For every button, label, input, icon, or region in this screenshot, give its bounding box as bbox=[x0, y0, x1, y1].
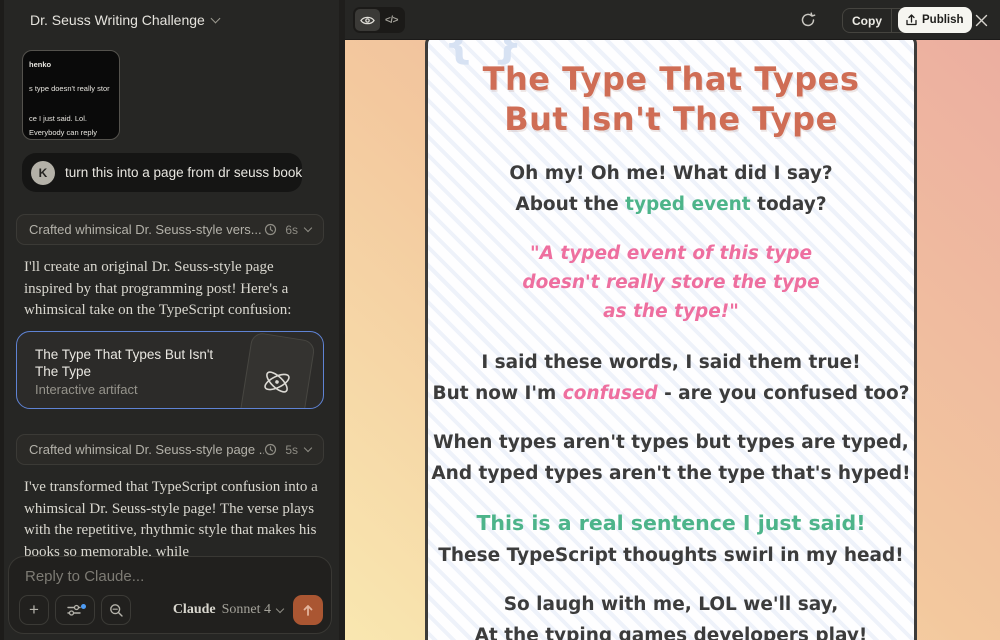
atom-icon bbox=[264, 371, 290, 393]
poem-block-stanza: When types aren't types but types are ty… bbox=[428, 428, 914, 489]
plus-icon: + bbox=[29, 600, 39, 619]
poem-line: At the typing games developers play! bbox=[474, 624, 868, 640]
user-message: K turn this into a page from dr seuss bo… bbox=[22, 153, 302, 192]
model-selector[interactable]: Claude Sonnet 4 bbox=[172, 595, 285, 625]
artifact-subtitle: Interactive artifact bbox=[35, 382, 138, 397]
arrow-up-icon bbox=[303, 605, 313, 616]
thumbnail-text: ce I just said. Lol. bbox=[29, 114, 87, 123]
research-button[interactable] bbox=[101, 595, 131, 625]
eye-icon bbox=[360, 16, 375, 24]
thought-duration: 6s bbox=[285, 222, 298, 237]
chevron-down-icon bbox=[210, 13, 221, 24]
brace-decoration: { } bbox=[444, 40, 525, 68]
add-attachment-button[interactable]: + bbox=[19, 595, 49, 625]
upload-icon bbox=[906, 14, 917, 26]
poem: The Type That Types But Isn't The Type Oh … bbox=[428, 59, 914, 640]
copy-button[interactable]: Copy bbox=[843, 9, 891, 32]
thumbnail-text: Everybody can reply bbox=[29, 128, 97, 137]
poem-block-title: The Type That Types But Isn't The Type bbox=[428, 59, 914, 139]
poem-line: These TypeScript thoughts swirl in my he… bbox=[438, 544, 904, 566]
assistant-paragraph-1: I'll create an original Dr. Seuss-style … bbox=[24, 259, 292, 318]
refresh-button[interactable] bbox=[800, 12, 816, 33]
poem-line: So laugh with me, LOL we'll say, bbox=[503, 594, 839, 615]
artifact-card[interactable]: The Type That Types But Isn't The Type I… bbox=[16, 331, 324, 409]
copy-label: Copy bbox=[852, 13, 882, 28]
poem-line: doesn't really store the type bbox=[522, 272, 820, 293]
poem-block-stanza: I said these words, I said them true! But… bbox=[428, 348, 914, 409]
model-variant: Sonnet 4 bbox=[221, 602, 271, 617]
tools-button[interactable] bbox=[55, 595, 95, 625]
chevron-down-icon bbox=[303, 443, 313, 453]
thought-label: Crafted whimsical Dr. Seuss-style vers..… bbox=[29, 222, 262, 237]
send-button[interactable] bbox=[293, 595, 323, 625]
refresh-icon bbox=[801, 12, 816, 27]
poem-line: This is a real sentence I just said! bbox=[476, 511, 866, 535]
poem-block-stanza: Oh my! Oh me! What did I say? About the t… bbox=[428, 159, 914, 220]
poem-line: About the typed event today? bbox=[515, 193, 827, 215]
preview-tab[interactable] bbox=[355, 9, 380, 31]
conversation-title[interactable]: Dr. Seuss Writing Challenge bbox=[30, 12, 221, 28]
sidebar: Dr. Seuss Writing Challenge henko s type… bbox=[0, 0, 345, 640]
preview-toolbar: </> Copy Publish bbox=[345, 0, 1000, 40]
attachment-thumbnail[interactable]: henko s type doesn't really stor ce I ju… bbox=[22, 50, 120, 140]
thought-duration: 5s bbox=[285, 442, 298, 457]
artifact-tile bbox=[238, 332, 316, 408]
poem-line: But Isn't The Type bbox=[504, 100, 838, 138]
window-edge bbox=[0, 0, 4, 640]
composer: + Claude Sonnet 4 bbox=[8, 556, 332, 634]
close-icon bbox=[975, 14, 987, 26]
reply-input[interactable] bbox=[25, 565, 315, 587]
chevron-down-icon bbox=[275, 604, 285, 613]
user-message-text: turn this into a page from dr seuss book bbox=[65, 165, 303, 180]
poem-line: "A typed event of this type bbox=[529, 243, 813, 264]
artifact-preview: { } The Type That Types But Isn't The Typ… bbox=[345, 40, 1000, 640]
thought-pill-2[interactable]: Crafted whimsical Dr. Seuss-style page .… bbox=[16, 434, 324, 465]
thumbnail-text: s type doesn't really stor bbox=[29, 84, 110, 93]
poem-block-stanza: So laugh with me, LOL we'll say, At the t… bbox=[428, 590, 914, 640]
poem-page: { } The Type That Types But Isn't The Typ… bbox=[425, 40, 917, 640]
publish-label: Publish bbox=[922, 14, 964, 26]
thought-pill-1[interactable]: Crafted whimsical Dr. Seuss-style vers..… bbox=[16, 214, 324, 245]
thumbnail-text: henko bbox=[29, 60, 52, 69]
poem-line: But now I'm confused - are you confused … bbox=[432, 382, 910, 404]
poem-line: as the type!" bbox=[603, 301, 739, 322]
history-icon bbox=[265, 223, 277, 236]
artifact-title: The Type That Types But Isn't The Type bbox=[35, 347, 214, 379]
magnifier-icon bbox=[109, 603, 123, 617]
view-toggle: </> bbox=[353, 7, 405, 33]
history-icon bbox=[265, 443, 277, 456]
poem-line: I said these words, I said them true! bbox=[481, 352, 861, 373]
avatar: K bbox=[31, 160, 55, 185]
model-name: Claude bbox=[172, 602, 216, 617]
chevron-down-icon bbox=[303, 223, 313, 233]
conversation-title-label: Dr. Seuss Writing Challenge bbox=[30, 12, 205, 28]
poem-block-stanza: This is a real sentence I just said! Thes… bbox=[428, 508, 914, 571]
poem-line: When types aren't types but types are ty… bbox=[433, 432, 909, 453]
notification-dot bbox=[81, 604, 86, 609]
thought-label: Crafted whimsical Dr. Seuss-style page .… bbox=[29, 442, 265, 457]
poem-line: And typed types aren't the type that's h… bbox=[431, 462, 911, 484]
assistant-paragraph-2: I've transformed that TypeScript confusi… bbox=[24, 479, 318, 560]
poem-line: Oh my! Oh me! What did I say? bbox=[509, 163, 833, 184]
code-tab[interactable]: </> bbox=[380, 9, 403, 31]
close-preview-button[interactable] bbox=[972, 11, 990, 29]
publish-button[interactable]: Publish bbox=[898, 7, 972, 33]
code-icon: </> bbox=[385, 14, 398, 26]
poem-block-quote: "A typed event of this type doesn't reall… bbox=[428, 239, 914, 326]
